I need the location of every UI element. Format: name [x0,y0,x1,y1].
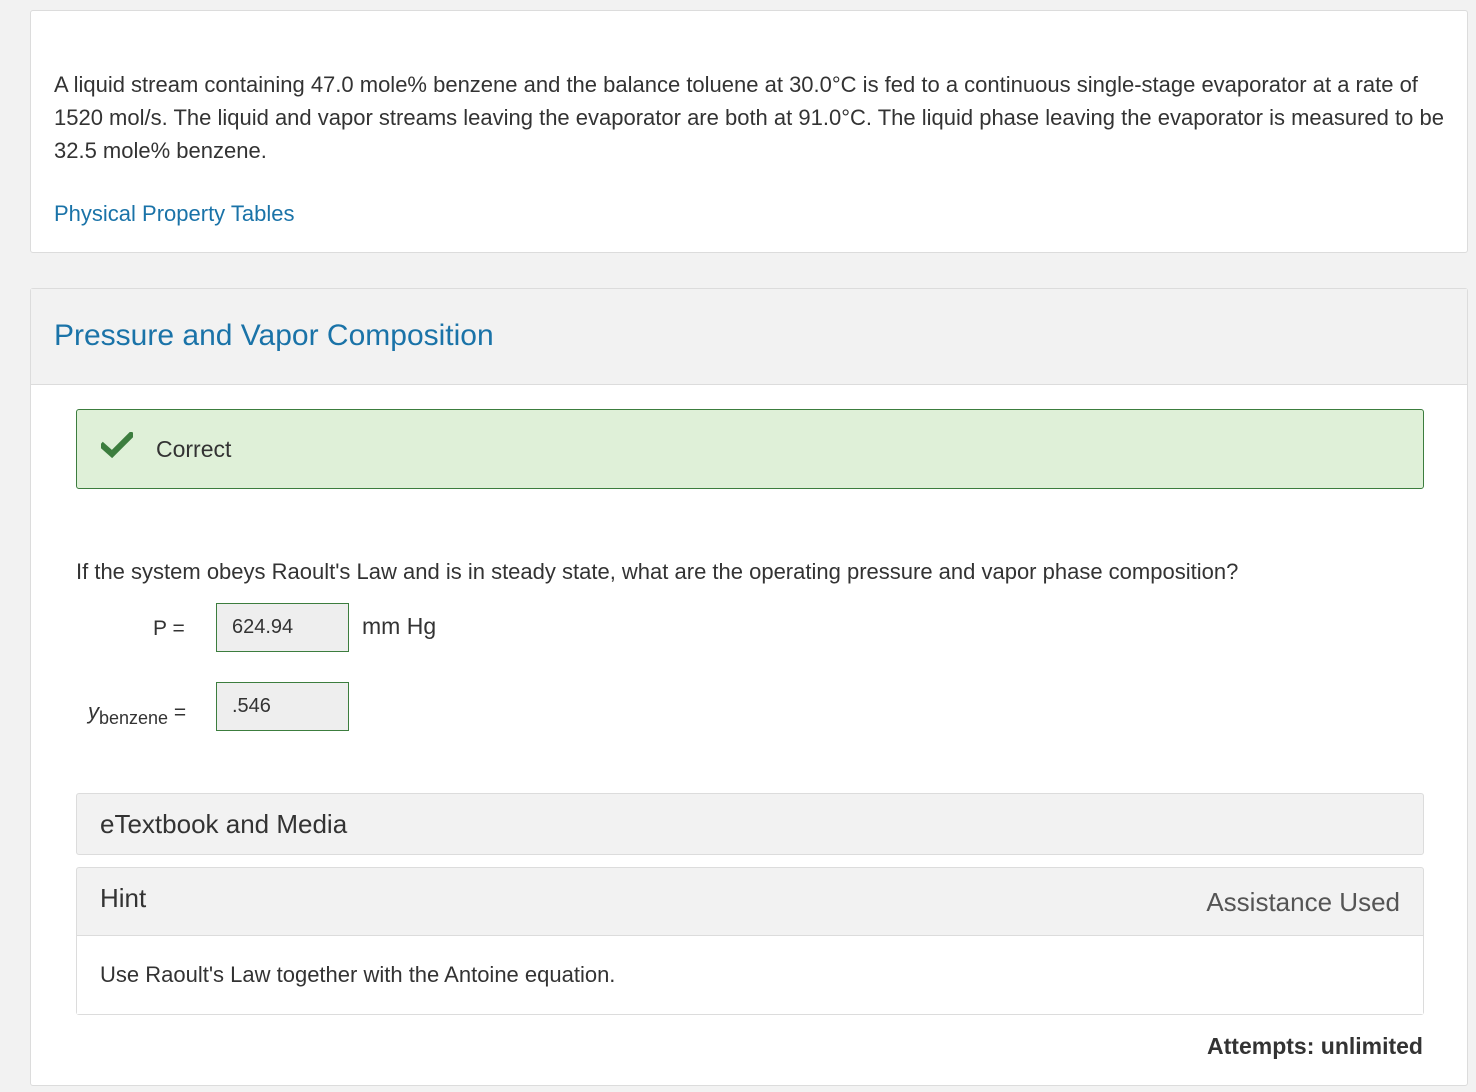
hint-text: Use Raoult's Law together with the Antoi… [100,962,616,987]
pressure-unit: mm Hg [362,613,437,639]
attempts-label: Attempts: [1207,1033,1315,1059]
attempts-value: unlimited [1320,1033,1423,1059]
y-benzene-label: ybenzene = [88,699,186,729]
feedback-status: Correct [156,436,232,462]
etextbook-media-panel[interactable]: eTextbook and Media [76,793,1424,855]
y-subscript: benzene [99,708,169,729]
problem-statement-card: A liquid stream containing 47.0 mole% be… [30,10,1468,253]
pressure-input[interactable] [216,603,349,652]
problem-text: A liquid stream containing 47.0 mole% be… [54,72,1444,163]
y-variable: y [88,699,99,724]
question-text: If the system obeys Raoult's Law and is … [76,559,1239,584]
attempts-info: Attempts: unlimited [1207,1033,1423,1060]
question-part-card: Pressure and Vapor Composition Correct I… [30,288,1468,1086]
checkmark-icon [101,432,133,458]
pressure-label: P = [153,617,185,640]
assistance-used-label: Assistance Used [1206,887,1400,917]
y-benzene-input[interactable] [216,682,349,731]
physical-property-tables-link[interactable]: Physical Property Tables [54,201,295,227]
correct-feedback-banner: Correct [76,409,1424,489]
hint-title[interactable]: Hint [100,883,146,914]
part-header: Pressure and Vapor Composition [31,289,1467,385]
hint-panel: Hint Assistance Used Use Raoult's Law to… [76,867,1424,1015]
y-equals: = [173,701,187,724]
etextbook-title: eTextbook and Media [100,809,348,839]
part-title: Pressure and Vapor Composition [54,319,494,352]
hint-body: Use Raoult's Law together with the Antoi… [77,935,1423,1014]
